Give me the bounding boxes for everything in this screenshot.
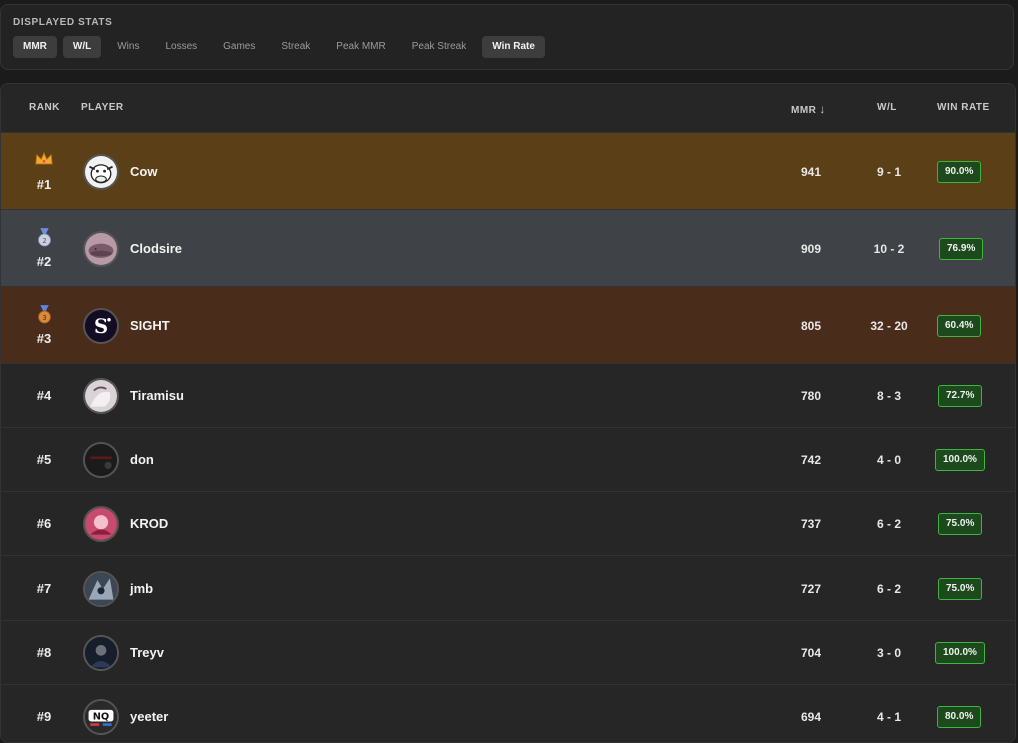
wl-value: 4 - 1 <box>876 710 901 724</box>
wl-value: 32 - 20 <box>870 318 908 333</box>
mmr-value: 742 <box>800 453 822 467</box>
win-rate-badge: 75.0% <box>938 513 983 535</box>
player-name[interactable]: Tiramisu <box>130 388 184 403</box>
stat-chip-streak[interactable]: Streak <box>271 36 320 58</box>
rank-number: #2 <box>36 253 52 269</box>
win-rate-badge: 75.0% <box>938 577 983 600</box>
silver-medal-icon: 2 <box>34 227 54 248</box>
player-name[interactable]: don <box>130 452 154 467</box>
table-row[interactable]: #8 Treyv 704 3 - 0 100.0% <box>1 620 1015 684</box>
rank-number: #7 <box>36 580 52 596</box>
stat-chip-wins[interactable]: Wins <box>107 36 149 58</box>
sort-down-icon: ↓ <box>819 102 826 116</box>
stat-chip-peak-mmr[interactable]: Peak MMR <box>326 36 395 58</box>
stat-chip-win-rate[interactable]: Win Rate <box>482 36 545 58</box>
table-row[interactable]: #1 Cow 941 9 - 1 90.0% <box>1 132 1015 209</box>
mmr-value: 704 <box>800 646 822 660</box>
avatar[interactable]: NQ <box>83 699 119 735</box>
wl-value: 6 - 2 <box>876 581 901 596</box>
win-rate-badge: 80.0% <box>937 706 982 728</box>
stat-chip-group: MMR W/L Wins Losses Games Streak Peak MMR Peak … <box>13 36 545 58</box>
header-wl[interactable]: W/L <box>877 102 897 113</box>
rank-number: #3 <box>36 330 52 346</box>
player-name[interactable]: KROD <box>130 516 168 531</box>
avatar[interactable] <box>83 378 119 414</box>
player-name[interactable]: yeeter <box>130 709 168 724</box>
displayed-stats-title: DISPLAYED STATS <box>13 17 113 28</box>
stat-chip-w-l[interactable]: W/L <box>62 36 102 58</box>
win-rate-badge: 60.4% <box>937 314 982 337</box>
wl-value: 8 - 3 <box>876 389 901 403</box>
mmr-value: 941 <box>800 164 822 179</box>
mmr-value: 805 <box>800 318 822 333</box>
avatar[interactable] <box>83 230 119 267</box>
stat-chip-mmr[interactable]: MMR <box>13 36 57 58</box>
svg-text:S: S <box>94 315 108 338</box>
win-rate-badge: 76.9% <box>939 237 984 260</box>
rank-number: #8 <box>36 645 52 660</box>
avatar[interactable] <box>83 153 119 190</box>
player-name[interactable]: Clodsire <box>130 241 182 256</box>
bronze-medal-icon: 3 <box>34 304 54 325</box>
crown-icon <box>34 151 54 171</box>
rank-number: #5 <box>36 452 52 467</box>
table-row[interactable]: #4 Tiramisu 780 8 - 3 72.7% <box>1 363 1015 427</box>
table-row[interactable]: 3 #3 S SIGHT 805 32 - 20 60.4% <box>1 286 1015 363</box>
player-name[interactable]: Cow <box>130 164 157 179</box>
header-mmr[interactable]: MMR ↓ <box>791 102 826 116</box>
header-mmr-label: MMR <box>791 105 817 116</box>
table-row[interactable]: #5 don 742 4 - 0 100.0% <box>1 427 1015 491</box>
mmr-value: 780 <box>800 389 822 403</box>
displayed-stats-panel: DISPLAYED STATS MMR W/L Wins Losses Games Str… <box>0 4 1014 70</box>
table-row[interactable]: 2 #2 Clodsire 909 10 - 2 76.9% <box>1 209 1015 286</box>
rank-number: #4 <box>36 388 52 403</box>
wl-value: 3 - 0 <box>876 646 901 660</box>
header-rank[interactable]: RANK <box>29 102 60 113</box>
win-rate-badge: 90.0% <box>937 160 982 183</box>
avatar[interactable] <box>83 506 119 542</box>
avatar[interactable]: S <box>83 307 119 344</box>
wl-value: 4 - 0 <box>876 453 901 467</box>
stat-chip-games[interactable]: Games <box>213 36 265 58</box>
leaderboard-table: RANK PLAYER MMR ↓ W/L WIN RATE #1 Cow 941 9 … <box>0 83 1016 743</box>
wl-value: 9 - 1 <box>876 164 901 179</box>
win-rate-badge: 100.0% <box>935 642 985 664</box>
win-rate-badge: 72.7% <box>938 385 983 407</box>
player-name[interactable]: Treyv <box>130 645 164 660</box>
header-win-rate[interactable]: WIN RATE <box>937 102 990 113</box>
table-row[interactable]: #9 NQ yeeter 694 4 - 1 80.0% <box>1 684 1015 742</box>
svg-text:2: 2 <box>42 237 46 245</box>
avatar[interactable] <box>83 570 119 607</box>
rank-number: #1 <box>36 176 52 192</box>
rank-number: #6 <box>36 516 52 531</box>
svg-text:3: 3 <box>42 314 46 322</box>
stat-chip-losses[interactable]: Losses <box>155 36 207 58</box>
mmr-value: 694 <box>800 710 822 724</box>
svg-text:NQ: NQ <box>93 712 109 723</box>
header-player[interactable]: PLAYER <box>81 102 124 113</box>
mmr-value: 727 <box>800 581 822 596</box>
player-name[interactable]: jmb <box>130 581 153 596</box>
wl-value: 6 - 2 <box>876 517 901 531</box>
stat-chip-peak-streak[interactable]: Peak Streak <box>402 36 476 58</box>
avatar[interactable] <box>83 442 119 478</box>
win-rate-badge: 100.0% <box>935 449 985 471</box>
table-row[interactable]: #6 KROD 737 6 - 2 75.0% <box>1 491 1015 555</box>
player-name[interactable]: SIGHT <box>130 318 170 333</box>
table-row[interactable]: #7 jmb 727 6 - 2 75.0% <box>1 555 1015 620</box>
rank-number: #9 <box>36 709 52 724</box>
wl-value: 10 - 2 <box>873 241 905 256</box>
table-header: RANK PLAYER MMR ↓ W/L WIN RATE <box>1 84 1015 132</box>
mmr-value: 737 <box>800 517 822 531</box>
mmr-value: 909 <box>800 241 822 256</box>
avatar[interactable] <box>83 635 119 671</box>
